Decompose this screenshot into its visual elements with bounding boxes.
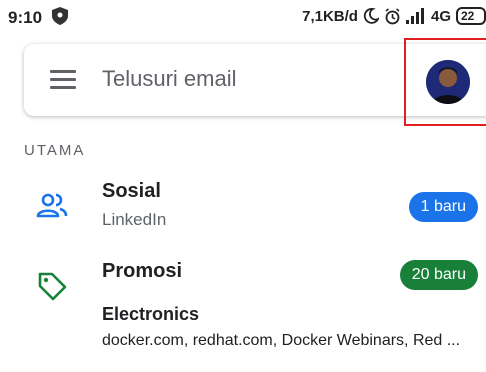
avatar[interactable] — [426, 60, 470, 104]
tag-icon — [38, 272, 67, 301]
moon-icon — [363, 8, 379, 24]
signal-icon — [405, 8, 424, 24]
battery-icon: 22 — [456, 7, 486, 25]
category-title: Promosi — [102, 260, 183, 282]
status-indicators: 7,1KB/d 4G 22 — [302, 7, 486, 25]
promo-snippet: docker.com, redhat.com, Docker Webinars,… — [102, 332, 461, 349]
alarm-icon — [385, 7, 400, 24]
promo-sender: Electronics — [102, 304, 200, 324]
data-speed: 7,1KB/d — [302, 7, 358, 25]
section-label: UTAMA — [24, 142, 86, 159]
menu-icon[interactable] — [50, 70, 76, 90]
search-input[interactable]: Telusuri email — [102, 66, 237, 92]
category-title: Sosial — [102, 180, 161, 202]
people-icon — [36, 193, 68, 218]
status-time: 9:10 — [8, 8, 43, 27]
network-type: 4G — [430, 7, 451, 25]
category-row-promotions[interactable]: Promosi 20 baru Electronics docker.com, … — [0, 256, 486, 366]
status-bar: 9:10 7,1KB/d 4G 22 — [0, 0, 486, 34]
battery-level: 22 — [461, 9, 475, 23]
new-count-badge: 20 baru — [399, 260, 478, 290]
category-subtitle: LinkedIn — [102, 210, 167, 229]
avatar-image — [426, 60, 470, 104]
category-row-social[interactable]: Sosial LinkedIn 1 baru — [0, 174, 486, 240]
shield-icon — [52, 7, 68, 25]
new-count-badge: 1 baru — [408, 192, 478, 222]
